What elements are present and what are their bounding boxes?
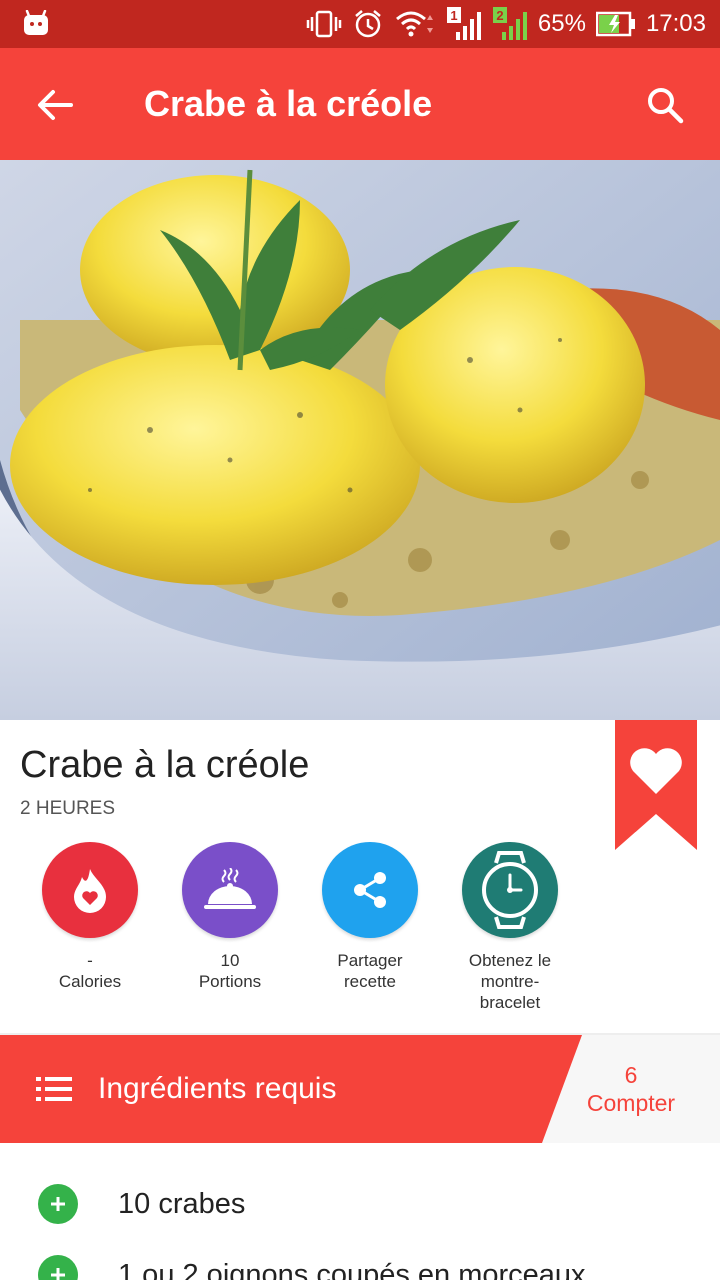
recipe-actions: - Calories 10 Portions Partager recette … <box>20 842 580 1013</box>
watch-label-line1: Obtenez le <box>468 951 552 970</box>
favorite-bookmark-button[interactable] <box>615 720 697 850</box>
serving-dish-icon <box>182 842 278 938</box>
signal-sim2-icon: 2 <box>492 6 528 42</box>
svg-text:2: 2 <box>496 8 503 23</box>
portions-action[interactable]: 10 Portions <box>160 842 300 1013</box>
recipe-duration: 2 HEURES <box>20 798 116 819</box>
calories-value: - <box>87 951 93 970</box>
battery-charging-icon <box>595 11 636 37</box>
vibrate-icon <box>306 9 342 39</box>
svg-text:1: 1 <box>450 8 457 23</box>
notification-app-icon <box>22 9 50 36</box>
app-bar-title: Crabe à la créole <box>144 83 433 124</box>
flame-heart-icon <box>42 842 138 938</box>
ingredients-count: 6 Compter <box>572 1061 690 1117</box>
ingredients-count-label: Compter <box>586 1090 676 1116</box>
watch-label-line3: bracelet <box>479 993 541 1012</box>
recipe-photo <box>0 160 720 720</box>
add-ingredient-icon[interactable] <box>38 1255 78 1280</box>
ingredients-list: 10 crabes 1 ou 2 oignons coupés en morce… <box>0 1143 720 1280</box>
share-label-line2: recette <box>344 972 396 991</box>
ingredient-item[interactable]: 10 crabes <box>0 1169 720 1239</box>
calories-label: Calories <box>58 972 122 991</box>
ingredients-title: Ingrédients requis <box>98 1072 337 1105</box>
share-recipe-action[interactable]: Partager recette <box>300 842 440 1013</box>
search-icon[interactable] <box>640 80 690 130</box>
arrow-left-icon[interactable] <box>30 80 80 130</box>
share-label-line1: Partager <box>337 951 403 970</box>
watch-label-line2: montre- <box>480 972 540 991</box>
signal-sim1-icon: 1 <box>446 6 482 42</box>
watch-icon <box>462 842 558 938</box>
ingredient-item[interactable]: 1 ou 2 oignons coupés en morceaux <box>0 1240 720 1280</box>
app-bar: Crabe à la créole <box>0 48 720 160</box>
clock: 17:03 <box>645 10 706 37</box>
ingredients-header: Ingrédients requis 6 Compter <box>0 1035 720 1143</box>
recipe-title: Crabe à la créole <box>20 744 310 786</box>
calories-action[interactable]: - Calories <box>20 842 160 1013</box>
get-watch-action[interactable]: Obtenez le montre- bracelet <box>440 842 580 1013</box>
ingredient-text: 1 ou 2 oignons coupés en morceaux <box>118 1259 586 1280</box>
status-bar: 1 2 65% 17:03 <box>0 0 720 48</box>
alarm-icon <box>352 8 384 40</box>
recipe-info-card: Crabe à la créole 2 HEURES - Calories 10… <box>0 720 720 1035</box>
ingredients-count-value: 6 <box>624 1062 638 1088</box>
portions-label: Portions <box>198 972 262 991</box>
battery-percent: 65% <box>537 10 586 37</box>
add-ingredient-icon[interactable] <box>38 1184 78 1224</box>
ingredient-text: 10 crabes <box>118 1188 246 1220</box>
share-icon <box>322 842 418 938</box>
wifi-icon <box>394 9 436 39</box>
portions-value: 10 <box>220 951 240 970</box>
list-icon <box>36 1075 72 1103</box>
